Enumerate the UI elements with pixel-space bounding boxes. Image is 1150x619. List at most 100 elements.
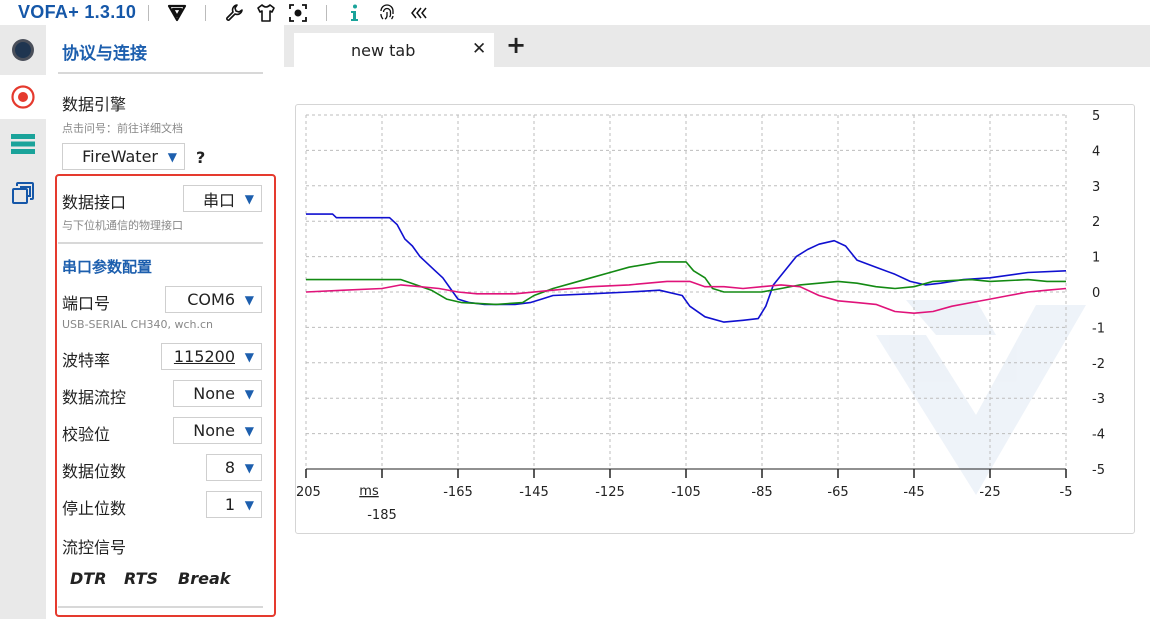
y-tick-label: 4 (1092, 144, 1100, 159)
x-tick-label: -25 (979, 485, 1000, 500)
tab-bar: new tab ✕ + (284, 25, 1150, 67)
title-bar: VOFA+ 1.3.10 (0, 0, 1150, 25)
info-icon[interactable] (343, 1, 367, 25)
add-tab-button[interactable]: + (506, 33, 526, 57)
record-icon (11, 85, 35, 109)
x-tick-label: -5 (1060, 485, 1073, 500)
y-tick-label: 1 (1092, 251, 1100, 266)
dropdown-arrow-icon: ▼ (244, 192, 254, 206)
parity-label: 校验位 (62, 425, 111, 444)
dropdown-arrow-icon: ▼ (244, 387, 254, 401)
y-tick-label: 5 (1092, 109, 1100, 124)
interface-select-value: 串口 (202, 190, 235, 210)
divider (58, 242, 263, 244)
windows-button[interactable] (0, 171, 46, 215)
stopbits-select[interactable]: 1 ▼ (206, 491, 262, 518)
help-button[interactable]: ? (196, 148, 205, 167)
screenshot-icon[interactable] (286, 1, 310, 25)
databits-select[interactable]: 8 ▼ (206, 454, 262, 481)
port-select-value: COM6 (187, 290, 235, 309)
vofa-watermark-icon (876, 300, 1086, 495)
connection-panel: 协议与连接 数据引擎 点击问号：前往详细文档 FireWater ▼ ? 数据接… (46, 25, 284, 619)
windows-icon (12, 182, 34, 204)
x-tick-label: -145 (519, 485, 549, 500)
shirt-icon[interactable] (254, 1, 278, 25)
x-unit-label: ms (359, 484, 379, 499)
baud-label: 波特率 (62, 351, 111, 370)
connection-button[interactable] (0, 28, 46, 72)
y-tick-label: 2 (1092, 215, 1100, 230)
connection-icon (12, 39, 34, 61)
dropdown-arrow-icon: ▼ (167, 150, 177, 164)
dropdown-arrow-icon: ▼ (244, 461, 254, 475)
interface-label: 数据接口 (62, 193, 127, 212)
close-icon[interactable]: ✕ (472, 39, 486, 59)
list-button[interactable] (0, 122, 46, 166)
interface-select[interactable]: 串口 ▼ (183, 185, 262, 212)
x-tick-label: -165 (443, 485, 473, 500)
engine-label: 数据引擎 (62, 95, 127, 114)
tab-new-tab[interactable]: new tab ✕ (294, 33, 494, 67)
divider (58, 606, 263, 608)
toolbar-divider (326, 4, 328, 21)
tab-label: new tab (351, 41, 416, 60)
serial-section-title: 串口参数配置 (62, 258, 153, 276)
interface-hint: 与下位机通信的物理接口 (62, 219, 183, 232)
engine-hint: 点击问号：前往详细文档 (62, 122, 183, 135)
fingerprint-icon[interactable] (375, 1, 399, 25)
y-tick-label: -3 (1092, 392, 1105, 407)
port-label: 端口号 (62, 294, 111, 313)
y-tick-label: 0 (1092, 286, 1100, 301)
wrench-icon[interactable] (222, 1, 246, 25)
y-tick-label: -2 (1092, 357, 1105, 372)
y-tick-label: -4 (1092, 428, 1105, 443)
port-select[interactable]: COM6 ▼ (165, 286, 262, 313)
main-area: new tab ✕ + -205-185-165-145-125-105-85-… (284, 25, 1150, 619)
dropdown-arrow-icon: ▼ (244, 424, 254, 438)
record-button[interactable] (0, 75, 46, 119)
databits-select-value: 8 (224, 458, 235, 477)
list-icon (11, 134, 35, 154)
x-tick-label: -205 (296, 485, 321, 500)
y-axis: 5 4 3 2 1 0 -1 -2 -3 -4 -5 (1092, 109, 1105, 478)
flow-label: 数据流控 (62, 388, 127, 407)
divider (58, 72, 263, 74)
parity-select[interactable]: None ▼ (173, 417, 262, 444)
x-tick-label: -105 (671, 485, 701, 500)
rts-button[interactable]: RTS (124, 569, 158, 588)
dtr-button[interactable]: DTR (70, 569, 107, 588)
y-tick-label: 3 (1092, 180, 1100, 195)
x-tick-label: -45 (903, 485, 924, 500)
stopbits-label: 停止位数 (62, 499, 127, 518)
waveform-chart[interactable]: -205-185-165-145-125-105-85-65-45-25-5ms… (295, 104, 1135, 534)
engine-select[interactable]: FireWater ▼ (62, 143, 185, 170)
flowsignal-label: 流控信号 (62, 538, 127, 557)
break-button[interactable]: Break (178, 569, 230, 588)
toolbar-divider (148, 4, 150, 21)
baud-select[interactable]: 115200 ▼ (161, 343, 262, 370)
collapse-icon[interactable] (407, 1, 431, 25)
databits-label: 数据位数 (62, 462, 127, 481)
x-tick-label: -185 (367, 508, 397, 523)
engine-select-value: FireWater (82, 147, 158, 166)
activity-bar (0, 25, 46, 619)
vofa-logo-icon[interactable] (165, 1, 189, 25)
flow-select-value: None (193, 384, 235, 403)
dropdown-arrow-icon: ▼ (244, 350, 254, 364)
dropdown-arrow-icon: ▼ (244, 498, 254, 512)
y-tick-label: -5 (1092, 463, 1105, 478)
toolbar-divider (205, 4, 207, 21)
x-tick-label: -85 (751, 485, 772, 500)
x-tick-label: -65 (827, 485, 848, 500)
baud-select-value: 115200 (173, 347, 235, 366)
panel-title: 协议与连接 (62, 44, 147, 64)
x-axis: -205 -185 -165 -145 -125 -105 -85 -65 -45 -25 -5 ms (296, 468, 1073, 523)
chart-svg: -205-185-165-145-125-105-85-65-45-25-5ms… (296, 109, 1105, 523)
parity-select-value: None (193, 421, 235, 440)
y-tick-label: -1 (1092, 321, 1105, 336)
stopbits-select-value: 1 (224, 495, 235, 514)
app-title: VOFA+ 1.3.10 (18, 2, 137, 22)
x-tick-label: -125 (595, 485, 625, 500)
flow-select[interactable]: None ▼ (173, 380, 262, 407)
dropdown-arrow-icon: ▼ (244, 293, 254, 307)
